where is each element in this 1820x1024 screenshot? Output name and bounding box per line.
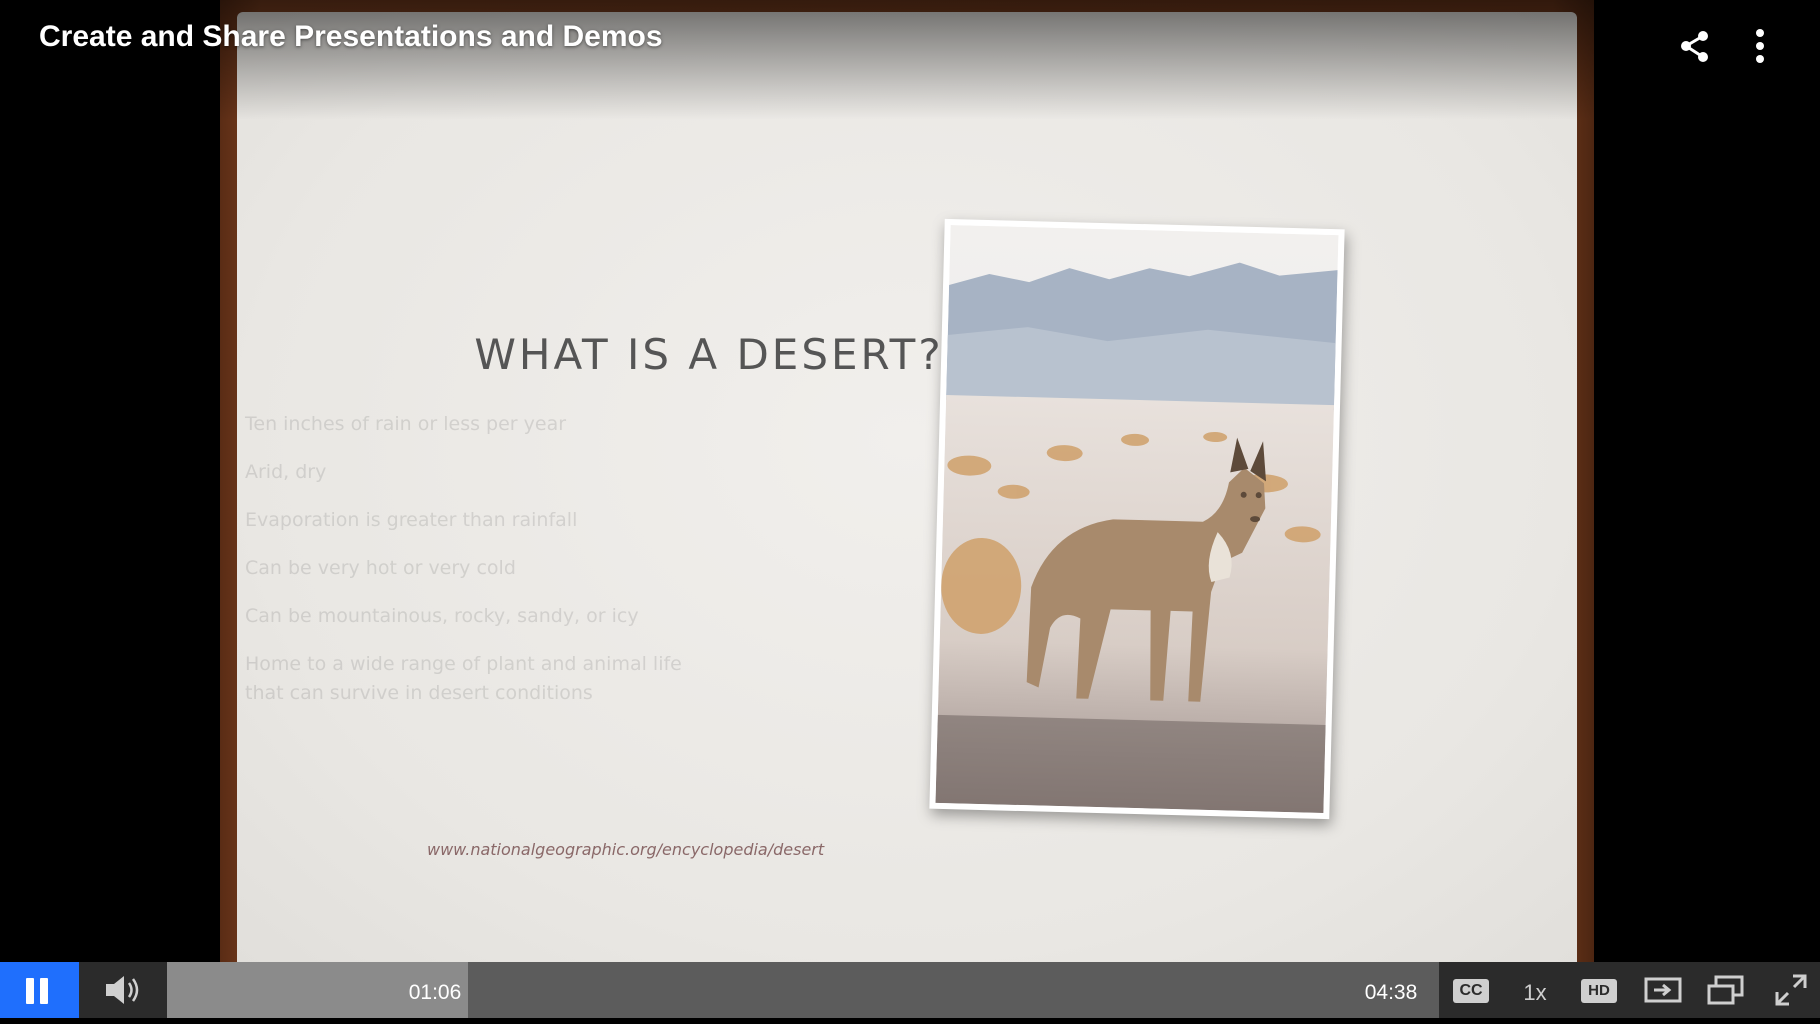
progress-bar[interactable]: 01:06 04:38 [167, 962, 1439, 1018]
volume-button[interactable] [100, 970, 144, 1010]
slide-bullet: Ten inches of rain or less per year [237, 410, 697, 439]
pip-button[interactable] [1706, 962, 1746, 1018]
fullscreen-button[interactable] [1771, 962, 1811, 1018]
total-time: 04:38 [1364, 981, 1418, 1004]
coyote-desert-image [935, 225, 1339, 813]
slide-bullet-list: Ten inches of rain or less per year Arid… [237, 410, 697, 727]
video-title[interactable]: Create and Share Presentations and Demos [39, 20, 663, 54]
watch-later-button[interactable] [1643, 962, 1683, 1018]
pause-button[interactable] [0, 962, 79, 1018]
share-button[interactable] [1673, 24, 1717, 68]
closed-captions-button[interactable]: CC [1453, 979, 1489, 1003]
share-icon [1681, 31, 1708, 62]
slide-heading: WHAT IS A DESERT? [474, 330, 944, 379]
player-controls: 01:06 04:38 CC 1x HD [0, 962, 1820, 1018]
fullscreen-icon [1775, 974, 1807, 1006]
more-vertical-icon [1756, 29, 1764, 63]
title-gradient [0, 0, 1820, 120]
more-options-button[interactable] [1738, 24, 1782, 68]
watch-later-icon [1644, 977, 1682, 1003]
picture-in-picture-icon [1707, 975, 1744, 1005]
slide-bullet: Can be very hot or very cold [237, 554, 697, 583]
slide-bullet: Home to a wide range of plant and animal… [237, 650, 697, 708]
coyote-photo [929, 218, 1345, 820]
slide-bullet: Arid, dry [237, 458, 697, 487]
playback-speed-button[interactable]: 1x [1518, 962, 1552, 1024]
presentation-slide: WHAT IS A DESERT? Ten inches of rain or … [237, 12, 1577, 962]
volume-icon [106, 976, 139, 1004]
slide-bullet: Can be mountainous, rocky, sandy, or icy [237, 602, 697, 631]
current-time: 01:06 [408, 981, 462, 1004]
source-url: www.nationalgeographic.org/encyclopedia/… [427, 840, 825, 859]
video-stage[interactable]: WHAT IS A DESERT? Ten inches of rain or … [0, 0, 1820, 962]
slide-bullet: Evaporation is greater than rainfall [237, 506, 697, 535]
hd-quality-button[interactable]: HD [1581, 979, 1617, 1003]
